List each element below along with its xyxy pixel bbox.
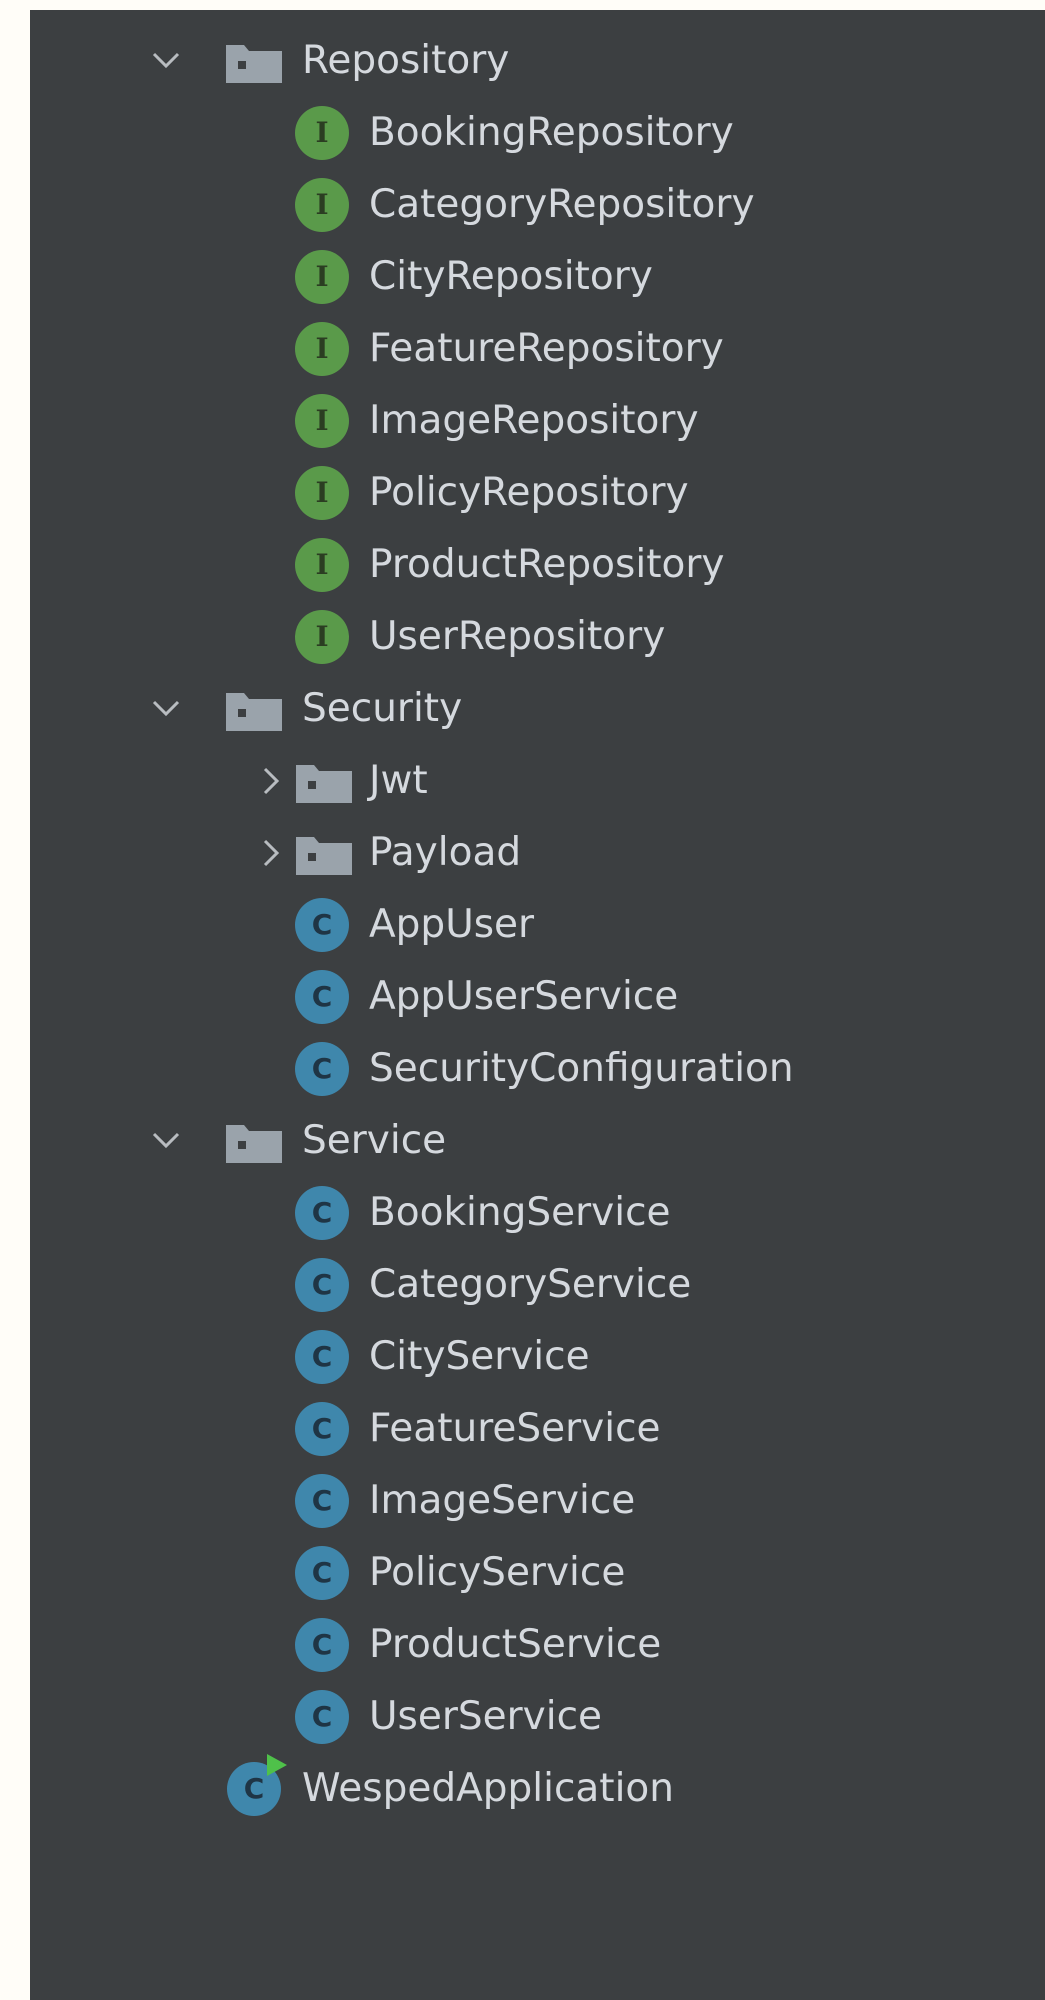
tree-item-booking-service[interactable]: C BookingService: [30, 1177, 1045, 1249]
interface-icon: I: [294, 537, 350, 593]
class-icon: C: [294, 1401, 350, 1457]
tree-item-label: BookingRepository: [369, 110, 734, 155]
tree-item-label: FeatureRepository: [369, 326, 724, 371]
tree-item-app-user-service[interactable]: C AppUserService: [30, 961, 1045, 1033]
tree-item-security-configuration[interactable]: C SecurityConfiguration: [30, 1033, 1045, 1105]
tree-item-label: CityService: [369, 1334, 590, 1379]
tree-item-label: ImageService: [369, 1478, 636, 1523]
interface-icon: I: [294, 465, 350, 521]
tree-item-image-repository[interactable]: I ImageRepository: [30, 385, 1045, 457]
class-icon: C: [294, 1689, 350, 1745]
interface-icon: I: [294, 105, 350, 161]
interface-icon: I: [294, 177, 350, 233]
tree-item-label: AppUser: [369, 902, 535, 947]
chevron-down-icon[interactable]: [146, 1121, 186, 1161]
project-tool-window: Repository I BookingRepository I Categor…: [30, 10, 1045, 2000]
run-marker-icon: [267, 1754, 287, 1776]
tree-item-app-user[interactable]: C AppUser: [30, 889, 1045, 961]
tree-item-label: UserRepository: [369, 614, 666, 659]
tree-item-category-service[interactable]: C CategoryService: [30, 1249, 1045, 1321]
class-icon: C: [294, 1329, 350, 1385]
tree-folder-service[interactable]: Service: [30, 1105, 1045, 1177]
tree-item-image-service[interactable]: C ImageService: [30, 1465, 1045, 1537]
tree-folder-label: Jwt: [369, 758, 428, 803]
class-icon: C: [294, 1545, 350, 1601]
tree-folder-payload[interactable]: Payload: [30, 817, 1045, 889]
tree-item-label: FeatureService: [369, 1406, 661, 1451]
class-icon: C: [294, 1473, 350, 1529]
folder-icon: [226, 681, 282, 737]
chevron-down-icon[interactable]: [146, 41, 186, 81]
tree-item-city-service[interactable]: C CityService: [30, 1321, 1045, 1393]
tree-item-label: SecurityConfiguration: [369, 1046, 794, 1091]
chevron-down-icon[interactable]: [146, 689, 186, 729]
tree-folder-label: Service: [302, 1118, 447, 1163]
interface-icon: I: [294, 393, 350, 449]
folder-icon: [226, 33, 282, 89]
chevron-right-icon[interactable]: [252, 833, 292, 873]
tree-item-label: ProductService: [369, 1622, 662, 1667]
project-tree: Repository I BookingRepository I Categor…: [30, 10, 1045, 2000]
tree-item-category-repository[interactable]: I CategoryRepository: [30, 169, 1045, 241]
tree-item-label: AppUserService: [369, 974, 679, 1019]
class-icon: C: [294, 1185, 350, 1241]
tree-folder-label: Payload: [369, 830, 522, 875]
class-icon: C: [294, 1617, 350, 1673]
tree-item-feature-service[interactable]: C FeatureService: [30, 1393, 1045, 1465]
tree-item-label: PolicyRepository: [369, 470, 689, 515]
tree-folder-jwt[interactable]: Jwt: [30, 745, 1045, 817]
folder-icon: [296, 753, 352, 809]
class-icon: C: [294, 1257, 350, 1313]
tree-item-label: WespedApplication: [302, 1766, 675, 1811]
interface-icon: I: [294, 321, 350, 377]
tree-folder-label: Repository: [302, 38, 510, 83]
tree-folder-repository[interactable]: Repository: [30, 25, 1045, 97]
tree-item-user-repository[interactable]: I UserRepository: [30, 601, 1045, 673]
tree-item-policy-repository[interactable]: I PolicyRepository: [30, 457, 1045, 529]
tree-item-booking-repository[interactable]: I BookingRepository: [30, 97, 1045, 169]
tree-item-label: ImageRepository: [369, 398, 699, 443]
folder-icon: [296, 825, 352, 881]
tree-folder-security[interactable]: Security: [30, 673, 1045, 745]
class-icon: C: [294, 1041, 350, 1097]
tree-item-label: CategoryService: [369, 1262, 692, 1307]
tree-item-product-service[interactable]: C ProductService: [30, 1609, 1045, 1681]
chevron-right-icon[interactable]: [252, 761, 292, 801]
tree-item-label: ProductRepository: [369, 542, 725, 587]
class-icon: C: [294, 897, 350, 953]
tree-folder-label: Security: [302, 686, 463, 731]
tree-item-user-service[interactable]: C UserService: [30, 1681, 1045, 1753]
tree-item-label: UserService: [369, 1694, 603, 1739]
class-icon: C: [294, 969, 350, 1025]
runnable-class-icon: C: [226, 1754, 287, 1817]
tree-item-feature-repository[interactable]: I FeatureRepository: [30, 313, 1045, 385]
interface-icon: I: [294, 609, 350, 665]
tree-item-city-repository[interactable]: I CityRepository: [30, 241, 1045, 313]
tree-item-wesped-application[interactable]: C WespedApplication: [30, 1753, 1045, 1825]
tree-item-product-repository[interactable]: I ProductRepository: [30, 529, 1045, 601]
tree-item-label: BookingService: [369, 1190, 671, 1235]
tree-item-label: CityRepository: [369, 254, 653, 299]
interface-icon: I: [294, 249, 350, 305]
tree-item-label: PolicyService: [369, 1550, 626, 1595]
tree-item-policy-service[interactable]: C PolicyService: [30, 1537, 1045, 1609]
tree-item-label: CategoryRepository: [369, 182, 755, 227]
folder-icon: [226, 1113, 282, 1169]
